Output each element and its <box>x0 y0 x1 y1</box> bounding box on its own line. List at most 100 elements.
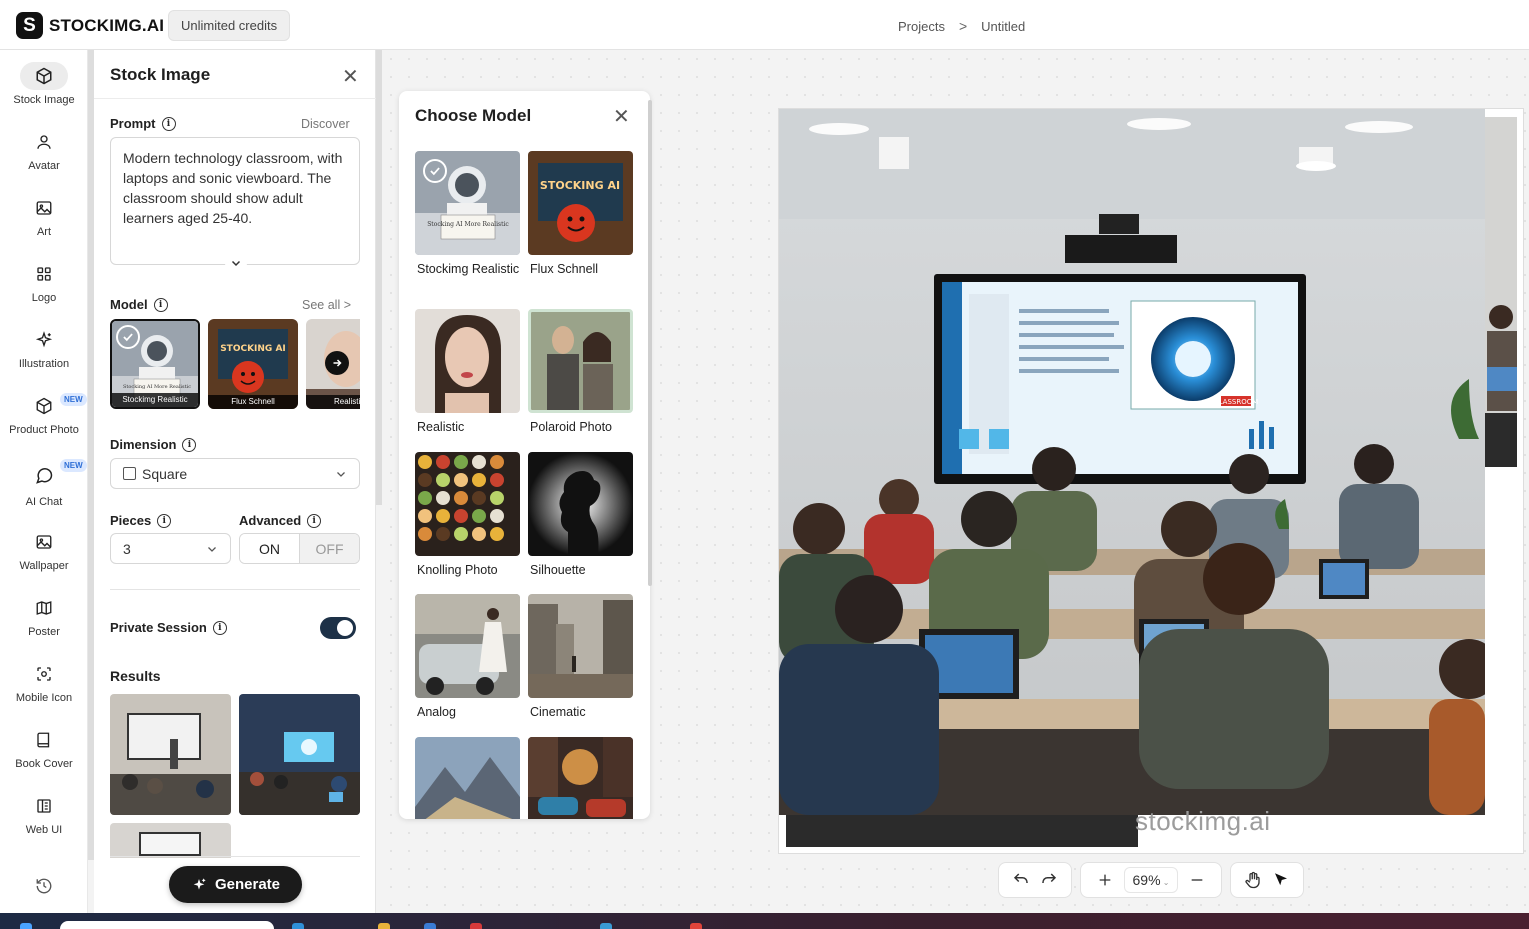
result-thumb[interactable] <box>110 823 231 858</box>
dimension-select[interactable]: Square <box>110 458 360 489</box>
thumb-text: STOCKING AI <box>220 344 286 354</box>
result-thumb[interactable] <box>239 694 360 815</box>
windows-icon[interactable] <box>20 923 32 929</box>
user-icon <box>20 128 68 156</box>
generated-image[interactable]: CLASSROOM <box>779 109 1485 815</box>
rail-item-art[interactable]: Art <box>0 194 88 238</box>
knolling-item <box>436 473 450 487</box>
rail-item-poster[interactable]: Poster <box>0 594 88 638</box>
thumb-text: Stocking AI More Realistic <box>123 384 191 390</box>
model-card-name: Flux Schnell <box>530 262 599 276</box>
model-card-racing[interactable] <box>528 737 633 819</box>
arrow-right-icon[interactable] <box>325 351 349 375</box>
rail-label: Mobile Icon <box>15 692 73 704</box>
breadcrumb-current[interactable]: Untitled <box>981 19 1025 34</box>
panel-title: Stock Image <box>110 65 211 84</box>
pieces-value: 3 <box>123 540 131 557</box>
info-icon[interactable]: i <box>212 620 227 635</box>
prompt-input[interactable]: Modern technology classroom, with laptop… <box>110 137 360 265</box>
pieces-select[interactable]: 3 <box>110 533 231 564</box>
taskbar-app-icon[interactable] <box>470 923 482 929</box>
taskbar-app-icon[interactable] <box>292 923 304 929</box>
breadcrumb-projects[interactable]: Projects <box>898 19 945 34</box>
chooser-scrollbar[interactable] <box>648 100 652 586</box>
undo-icon[interactable] <box>1007 866 1035 894</box>
model-card-flux-schnell[interactable]: STOCKING AI Flux Schnell <box>528 151 633 277</box>
knolling-item <box>490 455 504 469</box>
close-icon[interactable]: ✕ <box>613 104 630 129</box>
model-card-name: Knolling Photo <box>417 563 498 577</box>
see-all-link[interactable]: See all > <box>302 298 351 312</box>
model-card-silhouette[interactable]: Silhouette <box>528 452 633 578</box>
image-strip[interactable] <box>1485 117 1517 467</box>
screen-badge-text: CLASSROOM <box>1214 398 1259 406</box>
rail-item-book-cover[interactable]: Book Cover <box>0 726 88 770</box>
tool-rail: Stock Image Avatar Art Logo Illustration… <box>0 50 88 913</box>
taskbar-app-icon[interactable] <box>378 923 390 929</box>
info-icon[interactable]: i <box>157 513 172 528</box>
private-session-toggle[interactable] <box>320 617 356 639</box>
history-button[interactable] <box>0 872 88 904</box>
knolling-item <box>454 455 468 469</box>
advanced-on-button[interactable]: ON <box>240 534 299 563</box>
layout-icon <box>20 792 68 820</box>
info-icon[interactable]: i <box>153 297 168 312</box>
rail-item-logo[interactable]: Logo <box>0 260 88 304</box>
rail-item-mobile-icon[interactable]: Mobile Icon <box>0 660 88 704</box>
info-icon[interactable]: i <box>182 437 197 452</box>
credits-badge[interactable]: Unlimited credits <box>168 10 291 41</box>
generate-button[interactable]: Generate <box>169 866 302 903</box>
app-name: STOCKIMG.AI <box>49 15 165 35</box>
model-card-knolling-photo[interactable]: Knolling Photo <box>415 452 520 578</box>
model-card-landscape[interactable] <box>415 737 520 819</box>
image-strip[interactable] <box>786 815 1138 847</box>
sparkle-icon <box>193 877 206 890</box>
rail-item-wallpaper[interactable]: Wallpaper <box>0 528 88 572</box>
model-card-image: STOCKING AI <box>528 151 633 255</box>
model-card-image <box>528 309 633 413</box>
book-icon <box>20 726 68 754</box>
model-card-image <box>415 737 520 819</box>
history-controls <box>998 862 1072 898</box>
result-thumb[interactable] <box>110 694 231 815</box>
zoom-in-icon[interactable] <box>1091 866 1119 894</box>
info-icon[interactable]: i <box>307 513 322 528</box>
knolling-item <box>418 491 432 505</box>
info-icon[interactable]: i <box>161 116 176 131</box>
redo-icon[interactable] <box>1035 866 1063 894</box>
dimension-label: Dimension i <box>110 437 197 452</box>
rail-item-ai-chat[interactable]: NEW AI Chat <box>0 458 88 508</box>
zoom-out-icon[interactable] <box>1183 866 1211 894</box>
taskbar-app-icon[interactable] <box>690 923 702 929</box>
chevron-down-icon[interactable] <box>225 252 247 274</box>
model-card-polaroid-photo[interactable]: Polaroid Photo <box>528 309 633 435</box>
model-card-image <box>415 594 520 698</box>
close-icon[interactable]: ✕ <box>342 64 359 89</box>
taskbar-app-icon[interactable] <box>424 923 436 929</box>
advanced-off-button[interactable]: OFF <box>299 534 359 563</box>
rail-label: Illustration <box>18 358 70 370</box>
discover-link[interactable]: Discover <box>301 117 350 131</box>
taskbar-search[interactable] <box>60 921 274 929</box>
hand-icon[interactable] <box>1239 866 1267 894</box>
pointer-icon[interactable] <box>1267 866 1295 894</box>
model-thumb-flux-schnell[interactable]: STOCKING AI Flux Schnell <box>208 319 298 409</box>
rail-item-web-ui[interactable]: Web UI <box>0 792 88 836</box>
model-label: Model i <box>110 297 168 312</box>
model-thumb-stockimg-realistic[interactable]: Stocking AI More Realistic Stockimg Real… <box>110 319 200 409</box>
model-card-stockimg-realistic[interactable]: Stocking AI More Realistic Stockimg Real… <box>415 151 520 277</box>
model-card-image <box>528 452 633 556</box>
selected-check-icon <box>423 159 447 183</box>
app-logo[interactable]: S STOCKIMG.AI <box>16 12 164 39</box>
model-card-realistic[interactable]: Realistic <box>415 309 520 435</box>
taskbar-app-icon[interactable] <box>600 923 612 929</box>
model-card-analog[interactable]: Analog <box>415 594 520 720</box>
rail-item-product-photo[interactable]: NEW Product Photo <box>0 392 88 436</box>
rail-item-illustration[interactable]: Illustration <box>0 326 88 370</box>
rail-item-stock-image[interactable]: Stock Image <box>0 62 88 106</box>
model-card-cinematic[interactable]: Cinematic <box>528 594 633 720</box>
knolling-item <box>472 527 486 541</box>
zoom-level[interactable]: 69% ⌄ <box>1123 867 1179 893</box>
dimension-value: Square <box>142 465 188 482</box>
rail-item-avatar[interactable]: Avatar <box>0 128 88 172</box>
